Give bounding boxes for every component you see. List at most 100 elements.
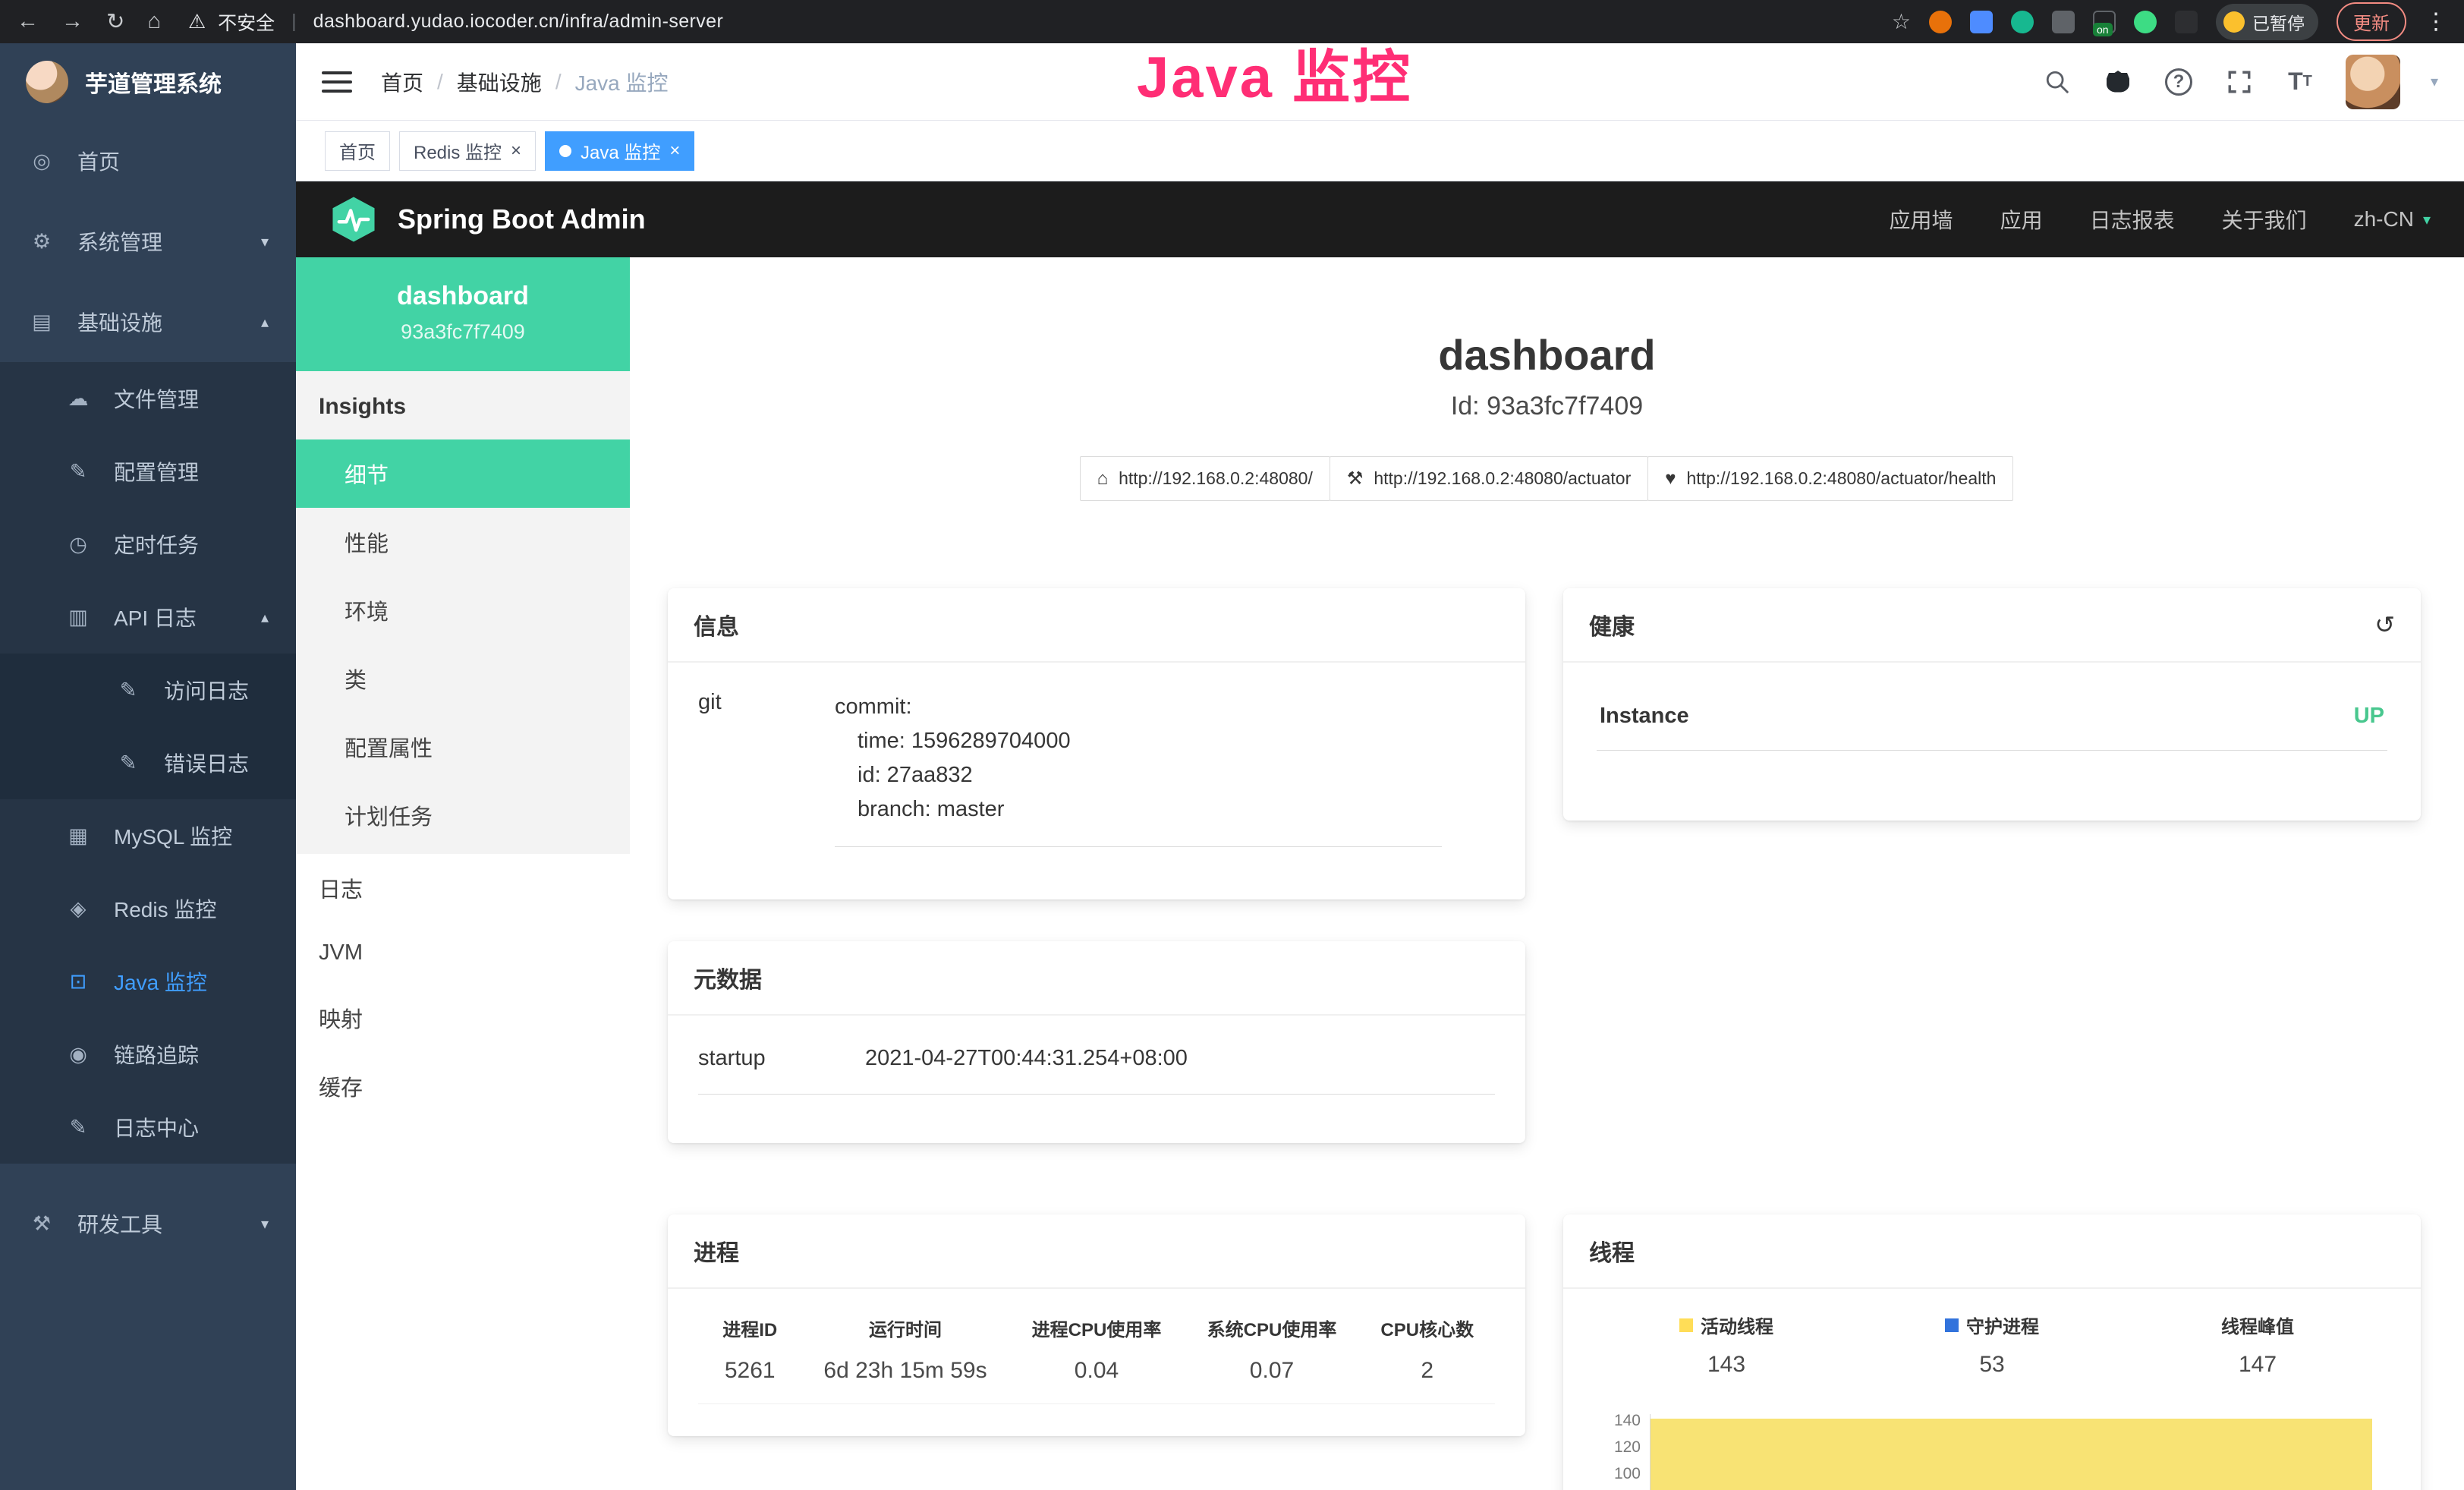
health-row[interactable]: Instance UP: [1597, 695, 2387, 751]
instance-actuator-link[interactable]: ⚒ http://192.168.0.2:48080/actuator: [1330, 456, 1648, 501]
sba-locale-select[interactable]: zh-CN ▾: [2354, 207, 2431, 232]
close-icon[interactable]: ×: [511, 142, 521, 160]
cell-value: 0.04: [1009, 1358, 1185, 1404]
chevron-down-icon: ▾: [261, 232, 269, 251]
security-label[interactable]: 不安全: [218, 8, 275, 36]
font-size-icon[interactable]: TT: [2285, 67, 2315, 97]
y-tick: 100: [1594, 1467, 1641, 1490]
url-text[interactable]: dashboard.yudao.iocoder.cn/infra/admin-s…: [313, 11, 724, 33]
sba-instance-header[interactable]: dashboard 93a3fc7f7409: [296, 257, 630, 371]
sidebar-item-log-center[interactable]: ✎ 日志中心: [0, 1091, 296, 1164]
sidebar-item-error-logs[interactable]: ✎ 错误日志: [0, 726, 296, 799]
browser-update-button[interactable]: 更新: [2337, 2, 2406, 41]
sba-item-jvm[interactable]: JVM: [296, 922, 630, 984]
hamburger-icon[interactable]: [322, 70, 352, 94]
app-logo[interactable]: 芋道管理系统: [0, 43, 296, 121]
home-icon: ⌂: [1097, 468, 1109, 490]
sba-item-caches[interactable]: 缓存: [296, 1052, 630, 1120]
instance-health-link[interactable]: ♥ http://192.168.0.2:48080/actuator/heal…: [1647, 456, 2013, 501]
sba-nav-wall[interactable]: 应用墙: [1890, 204, 1953, 235]
legend-label: 线程峰值: [2221, 1312, 2294, 1338]
info-line: branch: master: [835, 792, 1442, 827]
sba-item-scheduled-tasks[interactable]: 计划任务: [296, 781, 630, 849]
sba-brand[interactable]: Spring Boot Admin: [329, 195, 646, 244]
sidebar-item-label: 配置管理: [114, 456, 199, 487]
extension-icon-6[interactable]: [2134, 11, 2157, 33]
sidebar-item-tracing[interactable]: ◉ 链路追踪: [0, 1018, 296, 1091]
edit-icon: ✎: [114, 679, 143, 702]
sba-item-loggers[interactable]: 日志: [296, 854, 630, 922]
tab-home[interactable]: 首页: [325, 131, 390, 171]
paused-badge[interactable]: 已暂停: [2216, 4, 2318, 40]
reload-icon[interactable]: ↻: [106, 8, 124, 35]
sidebar-item-api-logs[interactable]: ▥ API 日志 ▴: [0, 581, 296, 654]
sidebar-item-redis-monitor[interactable]: ◈ Redis 监控: [0, 872, 296, 945]
info-value: commit: time: 1596289704000 id: 27aa832 …: [835, 690, 1442, 847]
sidebar-item-cron-jobs[interactable]: ◷ 定时任务: [0, 508, 296, 581]
process-card-header: 进程: [668, 1214, 1525, 1289]
extension-icon-5[interactable]: on: [2093, 11, 2116, 33]
instance-root-link[interactable]: ⌂ http://192.168.0.2:48080/: [1080, 456, 1330, 501]
logo-avatar: [26, 61, 68, 103]
forward-icon[interactable]: →: [61, 9, 83, 34]
tabs-bar: 首页 Redis 监控 × Java 监控 ×: [296, 121, 2464, 181]
sba-item-metrics[interactable]: 性能: [296, 508, 630, 576]
sba-nav-about[interactable]: 关于我们: [2222, 204, 2307, 235]
legend-value: 53: [1859, 1352, 2125, 1378]
sidebar-item-home[interactable]: ◎ 首页: [0, 121, 296, 201]
search-icon[interactable]: [2042, 67, 2072, 97]
sidebar-item-infra[interactable]: ▤ 基础设施 ▴: [0, 282, 296, 362]
fullscreen-icon[interactable]: [2224, 67, 2255, 97]
chart-y-axis: 140 120 100: [1594, 1414, 1650, 1490]
sba-nav-applications[interactable]: 应用: [2000, 204, 2043, 235]
metadata-card-body: startup 2021-04-27T00:44:31.254+08:00: [668, 1016, 1525, 1095]
sidebar-item-label: API 日志: [114, 602, 197, 632]
sidebar-item-system[interactable]: ⚙ 系统管理 ▾: [0, 201, 296, 282]
extension-icon-4[interactable]: [2052, 11, 2075, 33]
warning-icon: ⚠: [188, 10, 206, 33]
home-icon[interactable]: ⌂: [147, 9, 161, 34]
user-avatar[interactable]: [2346, 55, 2400, 109]
extension-icon-7[interactable]: [2175, 11, 2198, 33]
chevron-down-icon: ▾: [261, 1214, 269, 1233]
health-card-body: Instance UP: [1563, 663, 2421, 751]
health-card-header: 健康 ↺: [1563, 588, 2421, 663]
chevron-down-icon[interactable]: ▾: [2431, 72, 2438, 91]
history-icon[interactable]: ↺: [2374, 610, 2395, 639]
sidebar-item-config-mgmt[interactable]: ✎ 配置管理: [0, 435, 296, 508]
tab-redis-monitor[interactable]: Redis 监控 ×: [399, 131, 536, 171]
breadcrumb-infra[interactable]: 基础设施: [457, 67, 542, 97]
timer-icon: ◷: [64, 533, 93, 556]
extension-icon-3[interactable]: [2011, 11, 2034, 33]
sidebar-item-access-logs[interactable]: ✎ 访问日志: [0, 654, 296, 726]
extension-icon-2[interactable]: [1970, 11, 1993, 33]
sidebar-item-dev-tools[interactable]: ⚒ 研发工具 ▾: [0, 1183, 296, 1264]
back-icon[interactable]: ←: [17, 9, 39, 34]
cell-value: 5261: [698, 1358, 802, 1404]
breadcrumb-home[interactable]: 首页: [381, 67, 423, 97]
sba-insights-group: Insights 细节 性能 环境 类 配置属性 计划任务: [296, 371, 630, 854]
tab-java-monitor[interactable]: Java 监控 ×: [545, 131, 694, 171]
sba-item-details[interactable]: 细节: [296, 439, 630, 508]
sidebar-item-java-monitor[interactable]: ⊡ Java 监控: [0, 945, 296, 1018]
sba-item-beans[interactable]: 类: [296, 644, 630, 713]
sba-header: Spring Boot Admin 应用墙 应用 日志报表 关于我们 zh-CN…: [296, 181, 2464, 257]
browser-menu-icon[interactable]: ⋮: [2425, 8, 2447, 35]
sidebar-item-file-mgmt[interactable]: ☁ 文件管理: [0, 362, 296, 435]
browser-actions: ☆ on 已暂停 更新 ⋮: [1892, 2, 2447, 41]
github-icon[interactable]: [2103, 67, 2133, 97]
sidebar-item-mysql-monitor[interactable]: ▦ MySQL 监控: [0, 799, 296, 872]
sba-nav-journal[interactable]: 日志报表: [2090, 204, 2175, 235]
breadcrumb: 首页 / 基础设施 / Java 监控: [381, 67, 669, 97]
sba-item-environment[interactable]: 环境: [296, 576, 630, 644]
address-bar[interactable]: ⚠ 不安全 | dashboard.yudao.iocoder.cn/infra…: [188, 8, 723, 36]
close-icon[interactable]: ×: [669, 142, 680, 160]
extension-icon-1[interactable]: [1929, 11, 1952, 33]
sba-item-mappings[interactable]: 映射: [296, 984, 630, 1052]
bookmark-star-icon[interactable]: ☆: [1892, 9, 1911, 34]
column-header: 进程CPU使用率: [1009, 1315, 1185, 1341]
sidebar-item-label: 日志中心: [114, 1112, 199, 1142]
metadata-card: 元数据 startup 2021-04-27T00:44:31.254+08:0…: [668, 941, 1525, 1143]
help-icon[interactable]: ?: [2163, 67, 2194, 97]
sba-item-config-props[interactable]: 配置属性: [296, 713, 630, 781]
